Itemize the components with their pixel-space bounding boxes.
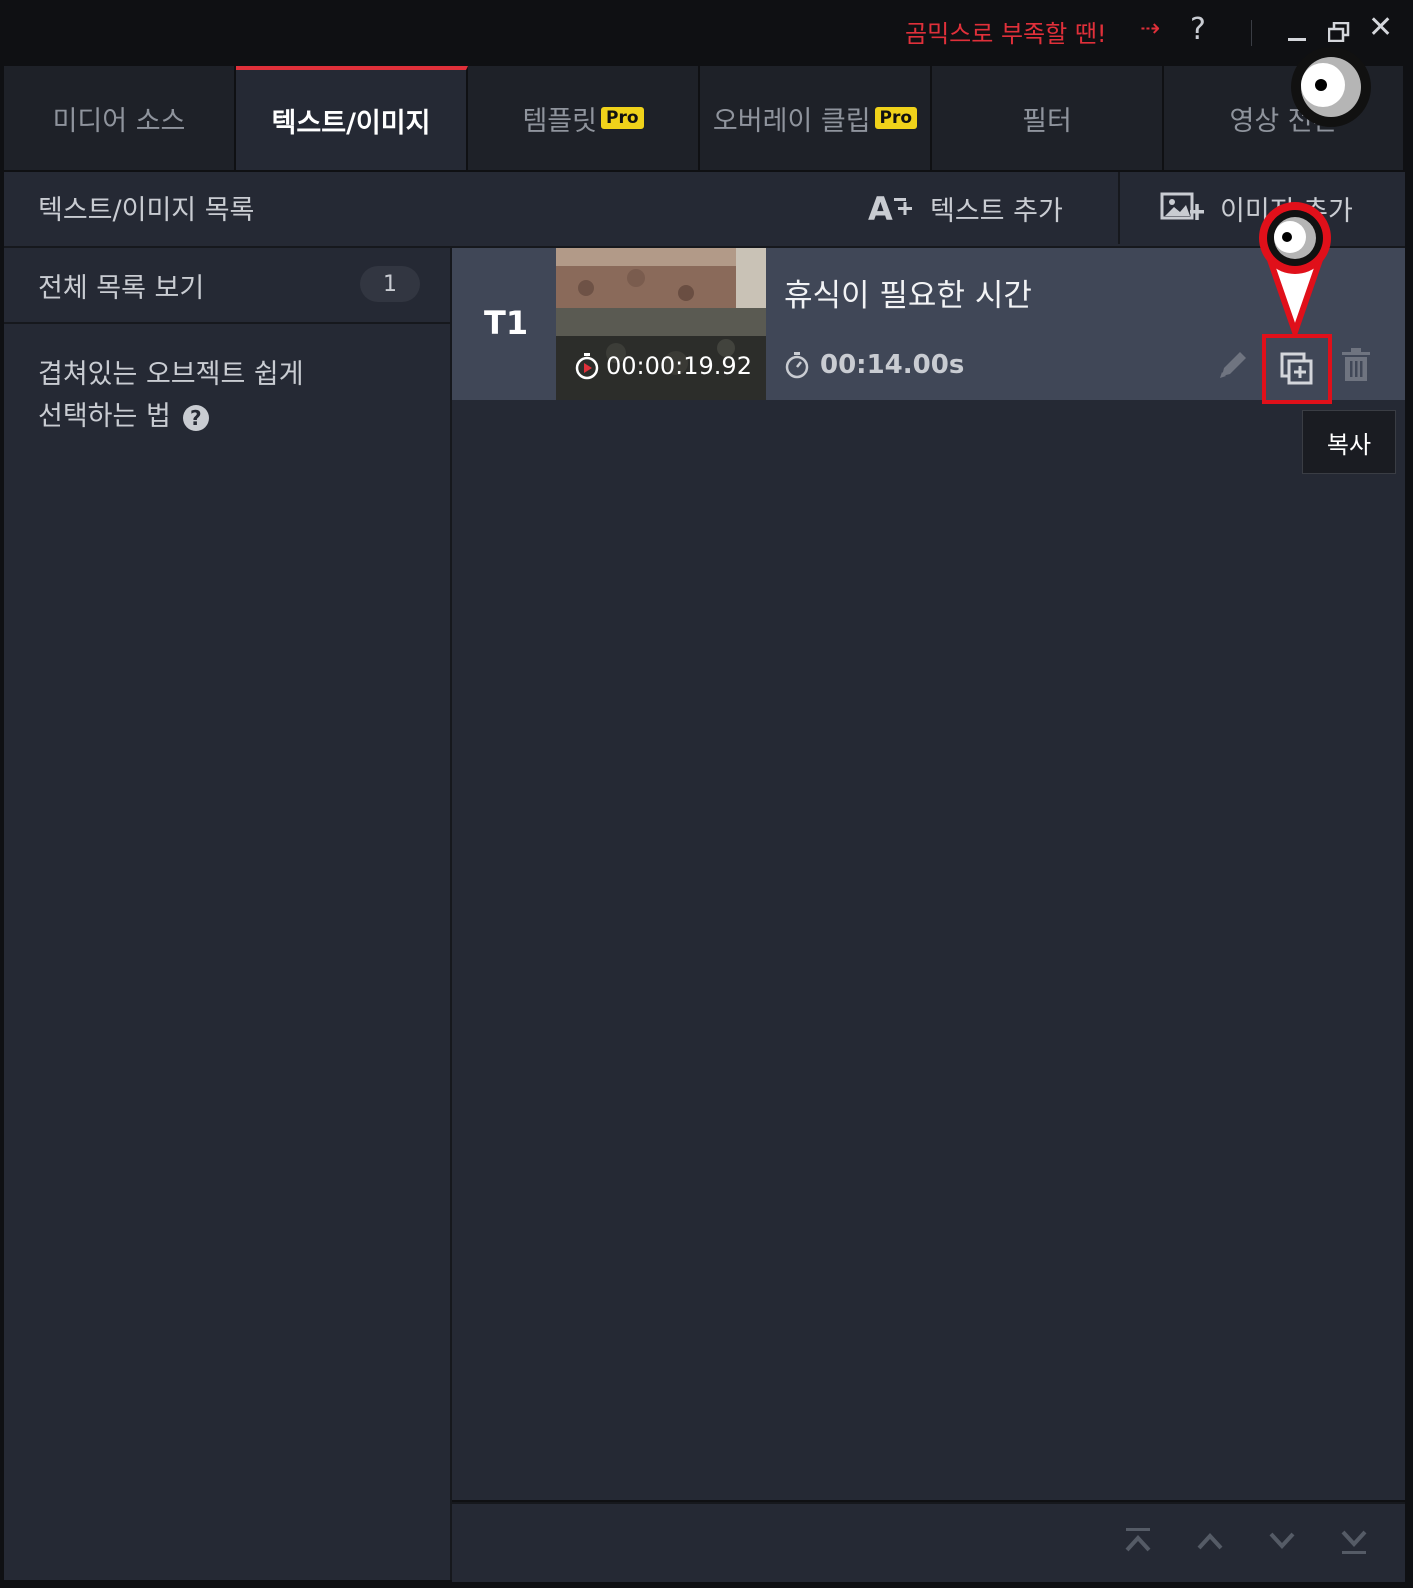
item-start-time: 00:00:19.92 xyxy=(574,352,752,380)
timer-icon xyxy=(785,352,809,379)
item-id: T1 xyxy=(484,304,529,342)
tab-template[interactable]: 템플릿 Pro xyxy=(468,66,700,170)
copy-button[interactable] xyxy=(1262,334,1332,404)
move-bottom-icon[interactable] xyxy=(1334,1526,1374,1556)
minimize-button[interactable] xyxy=(1288,38,1306,41)
tab-media-source[interactable]: 미디어 소스 xyxy=(4,66,236,170)
copy-icon xyxy=(1280,352,1313,385)
tab-text-image[interactable]: 텍스트/이미지 xyxy=(236,66,468,170)
divider xyxy=(1251,20,1252,46)
restore-button[interactable] xyxy=(1328,22,1350,42)
add-text-button[interactable]: A 텍스트 추가 xyxy=(868,186,1063,230)
tip-link[interactable]: 선택하는 법? xyxy=(38,394,209,433)
copy-tooltip: 복사 xyxy=(1302,410,1396,474)
location-pin-icon xyxy=(1259,202,1331,336)
svg-text:A: A xyxy=(868,190,893,226)
tab-filter[interactable]: 필터 xyxy=(932,66,1164,170)
item-duration: 00:14.00s xyxy=(784,350,964,380)
help-button[interactable]: ? xyxy=(1190,12,1206,47)
arrow-right-icon[interactable]: ⇢ xyxy=(1140,14,1160,42)
tip-text-line2: 선택하는 법 xyxy=(38,401,171,432)
divider xyxy=(1118,172,1120,244)
add-image-icon xyxy=(1160,192,1204,220)
item-title: 휴식이 필요한 시간 xyxy=(784,278,1032,314)
item-list xyxy=(452,248,1405,1500)
stopwatch-icon xyxy=(575,353,599,380)
pro-badge: Pro xyxy=(874,107,918,129)
move-down-icon[interactable] xyxy=(1262,1526,1302,1556)
close-button[interactable]: ✕ xyxy=(1368,10,1393,45)
move-up-icon[interactable] xyxy=(1190,1526,1230,1556)
trash-icon[interactable] xyxy=(1340,348,1372,382)
eye-marker-icon xyxy=(1291,47,1371,127)
sidebar xyxy=(4,248,452,1580)
tip-text[interactable]: 겹쳐있는 오브젝트 쉽게 xyxy=(38,352,304,391)
list-title: 텍스트/이미지 목록 xyxy=(38,195,255,226)
all-list-label: 전체 목록 보기 xyxy=(38,273,205,304)
tab-bar: 미디어 소스 텍스트/이미지 템플릿 Pro 오버레이 클립 Pro 필터 영상 전… xyxy=(4,66,1405,170)
tab-overlay-clip[interactable]: 오버레이 클립 Pro xyxy=(700,66,932,170)
pro-badge: Pro xyxy=(601,107,644,129)
pencil-icon[interactable] xyxy=(1216,346,1252,382)
count-badge: 1 xyxy=(360,266,420,302)
promo-link[interactable]: 곰믹스로 부족할 땐! xyxy=(905,14,1107,49)
help-icon[interactable]: ? xyxy=(182,404,209,431)
add-text-icon: A xyxy=(868,190,912,226)
move-top-icon[interactable] xyxy=(1118,1526,1158,1556)
